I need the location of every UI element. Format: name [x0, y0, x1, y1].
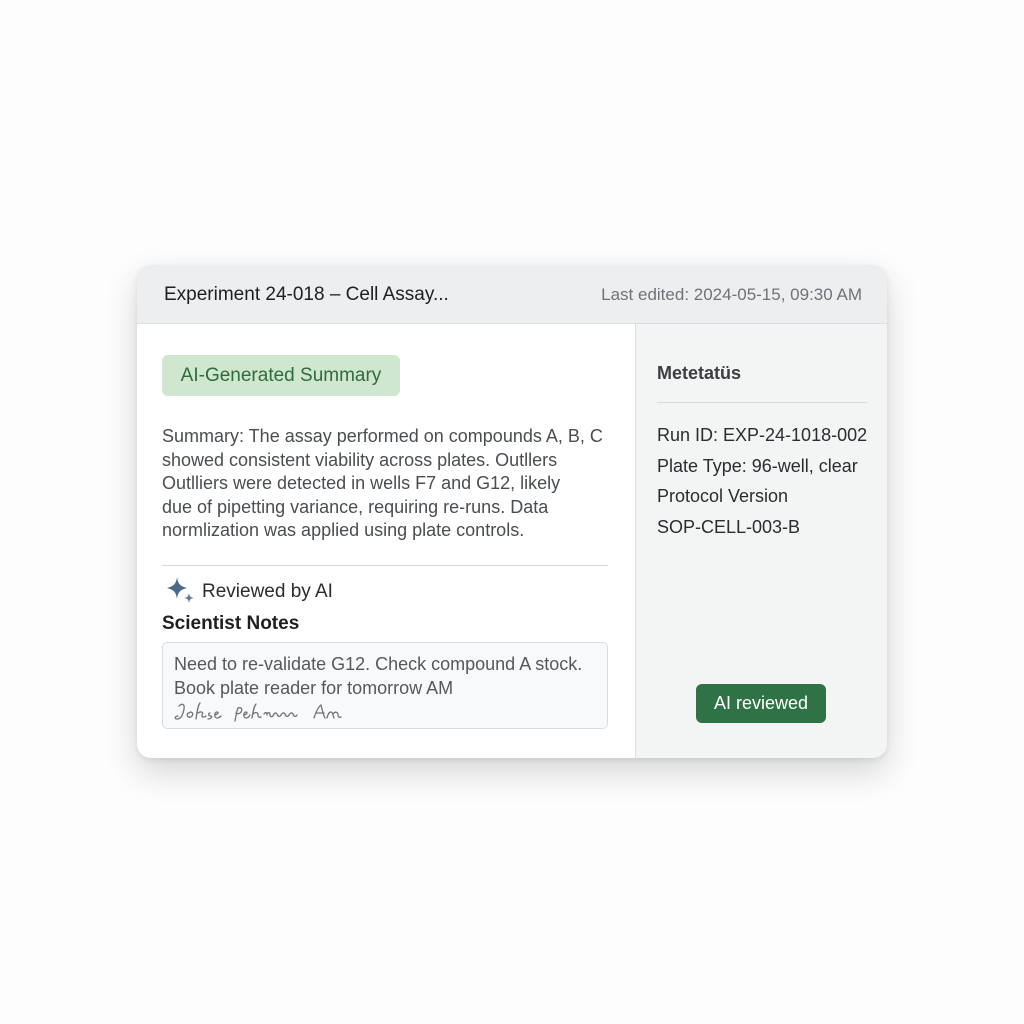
experiment-title[interactable]: Experiment 24-018 – Cell Assay...: [164, 284, 449, 306]
summary-line: Summary: The assay performed on compound…: [162, 426, 603, 446]
experiment-card: Experiment 24-018 – Cell Assay... Last e…: [137, 265, 887, 758]
metadata-pane: Metetatüs Run ID: EXP-24-1018-002 Plate …: [635, 324, 887, 758]
scientist-notes-field[interactable]: Need to re-validate G12. Check compound …: [162, 642, 608, 729]
last-edited-timestamp: Last edited: 2024-05-15, 09:30 AM: [601, 285, 862, 304]
summary-line: normlization was applied using plate con…: [162, 520, 525, 540]
summary-line: showed consistent viability across plate…: [162, 449, 558, 470]
card-header: Experiment 24-018 – Cell Assay... Last e…: [137, 265, 887, 324]
summary-divider: [162, 565, 608, 566]
metadata-item-protocol-label: Protocol Version: [657, 486, 789, 507]
notes-line: Book plate reader for tomorrow AM: [174, 677, 454, 698]
summary-line: Outlliers were detected in wells F7 and …: [162, 473, 561, 493]
notes-line: Need to re-validate G12. Check compound …: [174, 654, 583, 674]
metadata-item-plate-type: Plate Type: 96-well, clear: [657, 455, 858, 476]
summary-pane: AI-Generated Summary Summary: The assay …: [137, 324, 635, 758]
ai-reviewed-button[interactable]: AI reviewed: [696, 684, 826, 723]
metadata-item-run-id: Run ID: EXP-24-1018-002: [657, 425, 868, 445]
sparkle-icon: [167, 577, 194, 603]
handwritten-signature: [174, 702, 342, 722]
scientist-notes-heading: Scientist Notes: [162, 613, 300, 634]
reviewed-by-ai-label: Reviewed by AI: [202, 581, 333, 602]
metadata-heading: Metetatüs: [657, 363, 742, 383]
metadata-item-protocol-value: SOP-CELL-003-B: [657, 517, 801, 538]
ai-summary-badge: AI-Generated Summary: [162, 355, 400, 396]
metadata-list: Run ID: EXP-24-1018-002 Plate Type: 96-w…: [657, 420, 867, 543]
summary-text: Summary: The assay performed on compound…: [162, 425, 612, 543]
metadata-divider: [657, 402, 867, 403]
summary-line: due of pipetting variance, requiring re-…: [162, 496, 549, 517]
notes-text: Need to re-validate G12. Check compound …: [174, 653, 582, 700]
